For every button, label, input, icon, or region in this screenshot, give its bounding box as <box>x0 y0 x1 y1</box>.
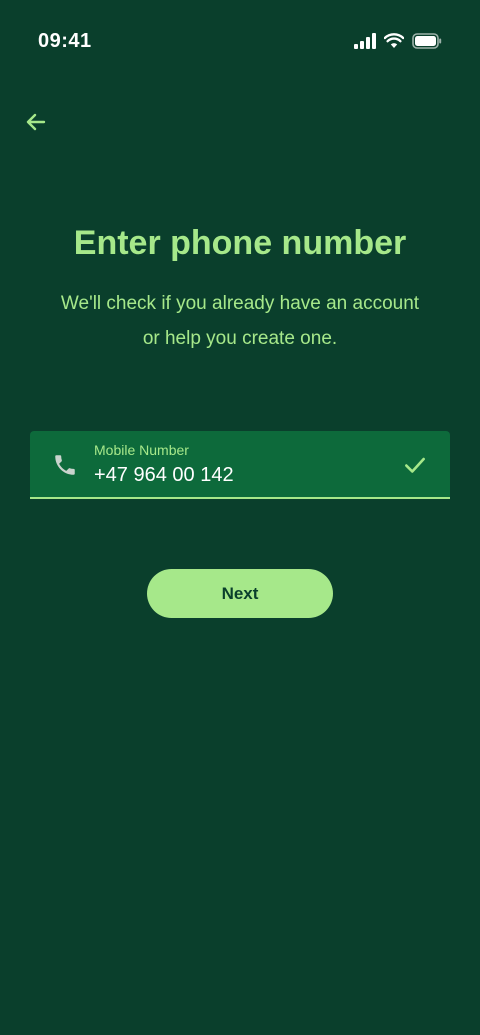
page-title: Enter phone number <box>73 224 407 262</box>
page-subtitle: We'll check if you already have an accou… <box>60 293 420 349</box>
cellular-signal-icon <box>354 33 376 49</box>
mobile-number-field[interactable]: Mobile Number <box>30 431 450 499</box>
mobile-number-input[interactable] <box>94 464 384 487</box>
phone-icon <box>55 455 75 475</box>
check-icon <box>405 457 425 473</box>
status-bar: 09:41 <box>0 0 480 84</box>
back-button[interactable] <box>20 106 52 138</box>
status-time: 09:41 <box>38 30 92 52</box>
next-button[interactable]: Next <box>147 569 333 618</box>
wifi-icon <box>384 33 404 48</box>
status-icons <box>354 33 442 49</box>
battery-icon <box>412 33 442 49</box>
mobile-number-label: Mobile Number <box>94 442 189 458</box>
arrow-left-icon <box>26 113 46 131</box>
